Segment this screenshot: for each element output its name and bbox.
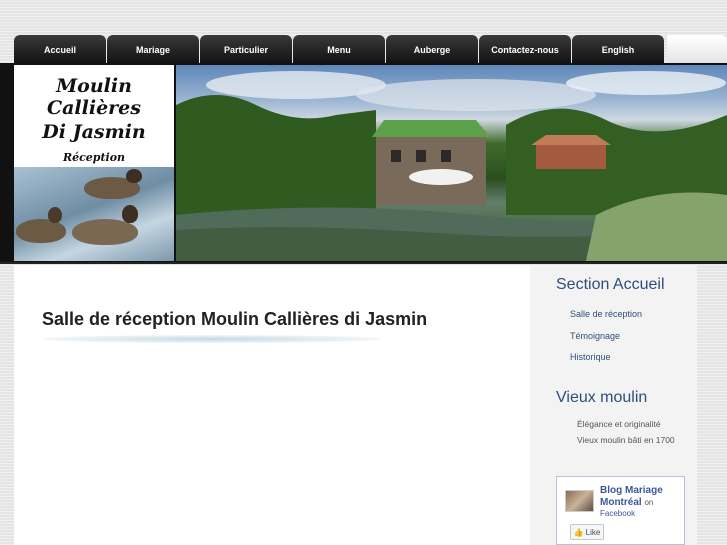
nav-contactez-nous[interactable]: Contactez-nous xyxy=(479,35,571,64)
nav-mariage[interactable]: Mariage xyxy=(107,35,199,64)
header-banner: Moulin Callières Di Jasmin Réception xyxy=(0,63,727,264)
nav-auberge[interactable]: Auberge xyxy=(386,35,478,64)
logo-subtitle: Di Jasmin xyxy=(42,121,146,143)
link-historique[interactable]: Historique xyxy=(570,352,611,362)
like-label: Like xyxy=(585,527,601,537)
nav-english[interactable]: English xyxy=(572,35,664,64)
sidebar: Section Accueil Salle de réception Témoi… xyxy=(530,265,697,545)
ducks-photo xyxy=(14,167,174,261)
nav-tail-decoration xyxy=(667,35,727,64)
facebook-page-name[interactable]: Blog Mariage Montréal on xyxy=(600,485,680,509)
facebook-link[interactable]: Facebook xyxy=(600,509,635,518)
page-title: Salle de réception Moulin Callières di J… xyxy=(42,309,428,329)
nav-menu[interactable]: Menu xyxy=(293,35,385,64)
facebook-like-button[interactable]: 👍 Like xyxy=(570,524,604,540)
vieux-moulin-line-2: Vieux moulin bâti en 1700 xyxy=(577,435,675,445)
mill-landscape-photo xyxy=(176,65,727,261)
nav-accueil[interactable]: Accueil xyxy=(14,35,106,64)
main-content: Salle de réception Moulin Callières di J… xyxy=(14,265,530,545)
logo-tagline: Réception xyxy=(62,151,126,164)
link-temoignage[interactable]: Témoignage xyxy=(570,331,620,341)
facebook-page-name-text[interactable]: Blog Mariage Montréal xyxy=(600,485,663,508)
section-accueil-heading: Section Accueil xyxy=(556,276,665,293)
facebook-on-text: on xyxy=(644,498,654,507)
nav-particulier[interactable]: Particulier xyxy=(200,35,292,64)
facebook-widget: Blog Mariage Montréal on Facebook 👍 Like xyxy=(556,476,685,545)
facebook-page-thumbnail[interactable] xyxy=(565,490,594,512)
vieux-moulin-line-1: Élégance et originalité xyxy=(577,419,661,429)
mill-scene-illustration xyxy=(176,71,727,261)
title-underline-decoration xyxy=(42,335,382,343)
logo-title: Moulin Callières xyxy=(47,75,141,119)
link-salle-de-reception[interactable]: Salle de réception xyxy=(570,309,642,319)
thumbs-up-icon: 👍 xyxy=(573,527,584,537)
main-nav: Accueil Mariage Particulier Menu Auberge… xyxy=(14,35,664,64)
site-logo[interactable]: Moulin Callières Di Jasmin Réception xyxy=(14,65,174,167)
vieux-moulin-heading: Vieux moulin xyxy=(556,389,648,406)
